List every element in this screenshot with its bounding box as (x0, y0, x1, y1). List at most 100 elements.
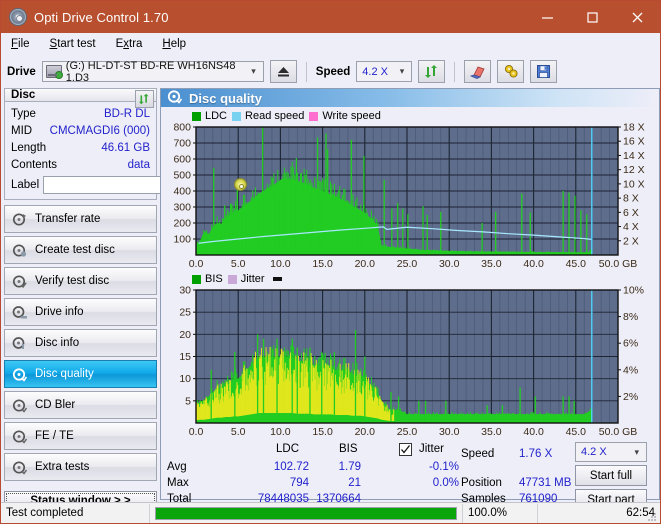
svg-text:200: 200 (173, 218, 191, 230)
sidebar-item-drive-info[interactable]: Drive info (4, 298, 157, 326)
legend-label: Jitter (240, 273, 265, 285)
window-controls (525, 1, 660, 33)
legend-item-jitter: Jitter (227, 273, 265, 285)
disc-row-contents: Contents data (11, 156, 150, 173)
optical-drive-icon (45, 65, 63, 79)
svg-text:10%: 10% (623, 286, 644, 297)
svg-text:15.0: 15.0 (312, 426, 333, 438)
chevron-down-icon: ▾ (251, 66, 256, 76)
maximize-icon[interactable] (570, 1, 615, 33)
svg-text:4 X: 4 X (623, 221, 639, 233)
menubar: FFileile Start test Extra Help (1, 33, 660, 55)
right-pane: Disc quality LDC Read speed Write speed (160, 88, 660, 510)
refresh-button[interactable] (418, 60, 446, 83)
menu-extra[interactable]: Extra (114, 36, 145, 52)
eject-button[interactable] (269, 60, 297, 83)
speed-readout-label: Speed (461, 448, 495, 460)
erase-button[interactable] (464, 60, 492, 83)
bis-chart[interactable]: 5 10 15 20 25 30 2% 4% 6% 8% 10% 0.0 5.0 10.0 15.0 20.0… (164, 286, 656, 441)
drive-select[interactable]: (G:) HL-DT-ST BD-RE WH16NS48 1.D3 ▾ (41, 60, 264, 84)
stats-max-jitter: 0.0% (432, 477, 459, 489)
sidebar-item-label: CD Bler (35, 399, 76, 411)
svg-text:0.0: 0.0 (189, 426, 204, 438)
sidebar-item-create-test-disc[interactable]: Create test disc (4, 236, 157, 264)
jitter-checkbox[interactable] (399, 443, 412, 456)
svg-text:8 X: 8 X (623, 193, 639, 205)
progress-percent-text: 100.0% (468, 507, 508, 519)
disc-row-value: CMCMAGDI6 (000) (49, 124, 150, 137)
stats-max-ldc: 794 (289, 477, 309, 489)
svg-text:4%: 4% (623, 364, 638, 376)
legend-item-write-speed: Write speed (309, 110, 381, 122)
svg-text:40.0: 40.0 (523, 426, 544, 438)
legend-label: BIS (205, 273, 223, 285)
elapsed-time: 62:54 (538, 503, 660, 523)
menu-file[interactable]: FFileile (9, 36, 32, 52)
disc-row-mid: MID CMCMAGDI6 (000) (11, 122, 150, 139)
settings-gears-button[interactable] (497, 60, 525, 83)
sidebar-item-label: Disc quality (35, 368, 94, 380)
position-label: Position (461, 477, 502, 489)
close-icon[interactable] (615, 1, 660, 33)
legend-marker-icon (272, 277, 282, 281)
svg-text:0.0: 0.0 (189, 258, 204, 270)
legend-swatch (232, 111, 242, 121)
disc-row-key: Length (11, 141, 47, 154)
save-button[interactable] (530, 60, 558, 83)
speed-label: Speed (315, 65, 351, 78)
svg-text:10.0: 10.0 (270, 258, 291, 270)
disc-row-value: 46.61 GB (101, 141, 150, 154)
disc-verify-icon (12, 274, 27, 289)
sidebar-item-extra-tests[interactable]: Extra tests (4, 453, 157, 481)
svg-text:10.0: 10.0 (270, 426, 291, 438)
test-speed-value: 4.2 X (581, 446, 607, 458)
sidebar-item-disc-info[interactable]: Disc info (4, 329, 157, 357)
toolbar-divider (305, 61, 307, 82)
svg-text:15.0: 15.0 (312, 258, 333, 270)
svg-text:2 X: 2 X (623, 235, 639, 247)
disc-create-icon (12, 243, 27, 258)
svg-text:6%: 6% (623, 338, 638, 350)
disc-row-length: Length 46.61 GB (11, 139, 150, 156)
sidebar-item-disc-quality[interactable]: Disc quality (4, 360, 157, 388)
sidebar-item-cd-bler[interactable]: CD Bler (4, 391, 157, 419)
sidebar-item-fe-te[interactable]: FE / TE (4, 422, 157, 450)
stats-avg-bis: 1.79 (338, 461, 361, 473)
start-full-label: Start full (589, 469, 633, 482)
drive-toolbar: Drive (G:) HL-DT-ST BD-RE WH16NS48 1.D3 … (1, 55, 660, 88)
disc-label-key: Label (11, 178, 40, 191)
menu-start-test[interactable]: Start test (48, 36, 98, 52)
disc-quality-icon (12, 367, 28, 382)
svg-text:300: 300 (173, 202, 191, 214)
stats-panel: LDC BIS Jitter Avg 102.72 1.79 -0.1% Max… (161, 441, 659, 510)
legend-label: LDC (205, 110, 228, 122)
legend-label: Read speed (245, 110, 305, 122)
sidebar-item-label: Transfer rate (35, 213, 101, 225)
stats-col-ldc: LDC (276, 443, 300, 455)
svg-text:35.0: 35.0 (481, 258, 502, 270)
disc-group-header: Disc (4, 88, 157, 108)
menu-help[interactable]: Help (160, 36, 188, 52)
progress-bar-fill (156, 507, 456, 519)
chevron-down-icon: ▾ (399, 66, 405, 76)
ldc-chart-legend: LDC Read speed Write speed (164, 109, 656, 123)
disc-drive-icon (12, 305, 27, 320)
disc-refresh-button[interactable] (135, 90, 154, 108)
resize-grip[interactable] (647, 511, 657, 521)
minimize-icon[interactable] (525, 1, 570, 33)
legend-item-bis: BIS (192, 273, 223, 285)
svg-text:6 X: 6 X (623, 207, 639, 219)
app-disc-icon (9, 8, 27, 26)
speed-select[interactable]: 4.2 X ▾ (356, 61, 413, 82)
sidebar-item-label: FE / TE (35, 430, 74, 442)
ldc-chart[interactable]: 100 200 300 400 500 600 700 800 2 X 4 X 6 X 8 X 10 X… (164, 123, 656, 271)
svg-text:5.0: 5.0 (231, 426, 246, 438)
svg-text:45.0: 45.0 (566, 258, 587, 270)
sidebar-item-transfer-rate[interactable]: Transfer rate (4, 205, 157, 233)
disc-label-row: Label (11, 175, 251, 194)
sidebar-item-verify-test-disc[interactable]: Verify test disc (4, 267, 157, 295)
start-full-button[interactable]: Start full (575, 465, 647, 486)
test-speed-select[interactable]: 4.2 X ▾ (575, 442, 647, 462)
statusbar: Test completed 100.0% 62:54 (1, 502, 660, 523)
sidebar-item-label: Create test disc (35, 244, 115, 256)
